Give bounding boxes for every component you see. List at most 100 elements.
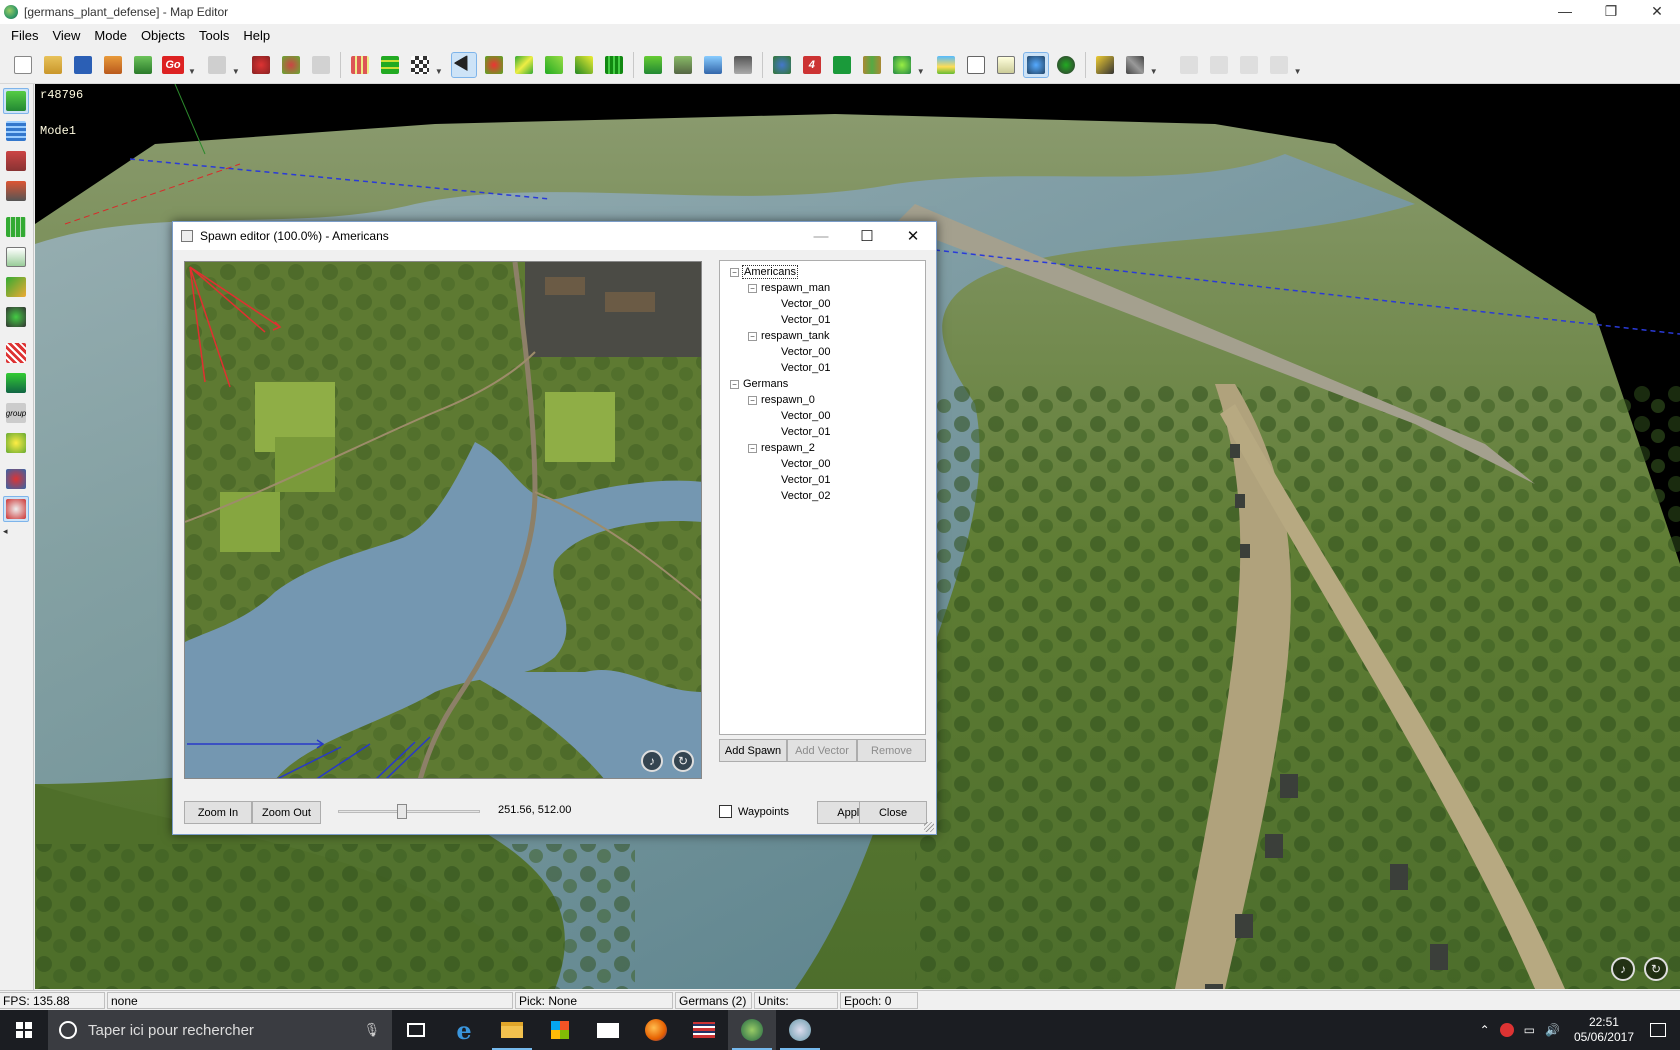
- spawn-editor-icon[interactable]: [1022, 51, 1049, 78]
- terrain-tool-icon[interactable]: [3, 88, 29, 114]
- minimap-refresh-icon[interactable]: ↻: [672, 750, 694, 772]
- script-icon[interactable]: [993, 52, 1019, 78]
- undo-icon[interactable]: [204, 52, 230, 78]
- building-icon[interactable]: [3, 148, 29, 174]
- notes-icon[interactable]: [963, 52, 989, 78]
- road-tool-icon[interactable]: [511, 52, 537, 78]
- tree-team-node[interactable]: − Americans: [724, 264, 925, 280]
- landscape-icon[interactable]: [933, 52, 959, 78]
- dropdown-arrow-icon[interactable]: ▼: [188, 67, 196, 76]
- tree-vector-node[interactable]: Vector_00: [724, 456, 925, 472]
- paint-app-icon[interactable]: [776, 1010, 824, 1050]
- store-icon[interactable]: [536, 1010, 584, 1050]
- units-icon[interactable]: [769, 52, 795, 78]
- texture-layer-icon[interactable]: [3, 274, 29, 300]
- grid-red-icon[interactable]: [347, 52, 373, 78]
- task-view-icon[interactable]: [392, 1010, 440, 1050]
- resize-grip[interactable]: [924, 822, 934, 832]
- dropdown-arrow-icon[interactable]: ▼: [435, 67, 443, 76]
- water-layer-icon[interactable]: [3, 118, 29, 144]
- tray-expand-icon[interactable]: ⌃: [1480, 1023, 1490, 1037]
- tree-vector-node[interactable]: Vector_00: [724, 296, 925, 312]
- tree-expand-toggle-icon[interactable]: −: [748, 443, 757, 453]
- menu-objects[interactable]: Objects: [134, 28, 192, 43]
- zoom-slider-track[interactable]: [338, 810, 480, 813]
- go-button[interactable]: Go: [160, 52, 186, 78]
- add-spawn-button[interactable]: Add Spawn: [719, 739, 787, 762]
- tree-spawn-node[interactable]: − respawn_man: [724, 280, 925, 296]
- object-icon[interactable]: [3, 178, 29, 204]
- tree-vector-node[interactable]: Vector_02: [724, 488, 925, 504]
- home-icon[interactable]: [100, 52, 126, 78]
- tree-team-node[interactable]: − Germans: [724, 376, 925, 392]
- tree-spawn-node[interactable]: − respawn_2: [724, 440, 925, 456]
- new-file-icon[interactable]: [10, 52, 36, 78]
- tree-vector-node[interactable]: Vector_01: [724, 424, 925, 440]
- grass-tool-icon[interactable]: [601, 52, 627, 78]
- menu-tools[interactable]: Tools: [192, 28, 236, 43]
- add-vector-button[interactable]: Add Vector: [787, 739, 857, 762]
- dropdown-arrow-icon[interactable]: ▼: [917, 67, 925, 76]
- brush-tool-icon[interactable]: [571, 52, 597, 78]
- clock[interactable]: 22:51 05/06/2017: [1574, 1015, 1634, 1045]
- soldiers-icon[interactable]: [859, 52, 885, 78]
- disabled-tool-icon[interactable]: [308, 52, 334, 78]
- dialog-close-button[interactable]: ✕: [890, 222, 936, 250]
- close-button[interactable]: ✕: [1634, 0, 1680, 22]
- save-icon[interactable]: [70, 52, 96, 78]
- select-pointer-icon[interactable]: [450, 51, 477, 78]
- tree-vector-node[interactable]: Vector_00: [724, 344, 925, 360]
- file-explorer-icon[interactable]: [488, 1010, 536, 1050]
- sun-icon[interactable]: [3, 430, 29, 456]
- waypoints-checkbox-box[interactable]: [719, 805, 732, 818]
- terrain-map-icon[interactable]: [130, 52, 156, 78]
- tree-vector-node[interactable]: Vector_01: [724, 472, 925, 488]
- green-tag-icon[interactable]: [829, 52, 855, 78]
- zoom-out-button[interactable]: Zoom Out: [252, 801, 321, 824]
- group-icon[interactable]: group: [3, 400, 29, 426]
- tree-vector-node[interactable]: Vector_01: [724, 360, 925, 376]
- minimap-microphone-icon[interactable]: ♪: [641, 750, 663, 772]
- app-flag-icon[interactable]: [680, 1010, 728, 1050]
- bug-icon[interactable]: [278, 52, 304, 78]
- disabled-icon-4[interactable]: [1266, 52, 1292, 78]
- disabled-icon-1[interactable]: [1176, 52, 1202, 78]
- camera-icon[interactable]: [3, 304, 29, 330]
- tools-icon[interactable]: [1122, 52, 1148, 78]
- ruler-icon[interactable]: [1092, 52, 1118, 78]
- start-button[interactable]: [0, 1010, 48, 1050]
- firefox-icon[interactable]: [632, 1010, 680, 1050]
- checker-icon[interactable]: [407, 52, 433, 78]
- volume-icon[interactable]: 🔊: [1545, 1023, 1560, 1037]
- grid-layer-icon[interactable]: [3, 214, 29, 240]
- spawn-minimap[interactable]: ♪ ↻: [184, 261, 702, 779]
- menu-view[interactable]: View: [45, 28, 87, 43]
- tree-expand-toggle-icon[interactable]: −: [730, 267, 739, 277]
- grid-green-icon[interactable]: [377, 52, 403, 78]
- edge-browser-icon[interactable]: e: [440, 1010, 488, 1050]
- person-icon[interactable]: [3, 496, 29, 522]
- green-marker-icon[interactable]: [3, 370, 29, 396]
- dialog-maximize-button[interactable]: ☐: [844, 222, 890, 250]
- antivirus-tray-icon[interactable]: [1499, 1023, 1514, 1037]
- dialog-close-action-button[interactable]: Close: [859, 801, 927, 824]
- water-tool-icon[interactable]: [700, 52, 726, 78]
- menu-files[interactable]: Files: [4, 28, 45, 43]
- menu-help[interactable]: Help: [236, 28, 277, 43]
- connector-icon[interactable]: [3, 466, 29, 492]
- dropdown-arrow-icon[interactable]: ▼: [1294, 67, 1302, 76]
- spawn-tree[interactable]: − Americans − respawn_man Vector_00 Vector_01…: [719, 260, 926, 735]
- tree-expand-toggle-icon[interactable]: −: [748, 395, 757, 405]
- refresh-icon[interactable]: ↻: [1644, 957, 1668, 981]
- paper-layer-icon[interactable]: [3, 244, 29, 270]
- tree-vector-node[interactable]: Vector_00: [724, 408, 925, 424]
- eraser-tool-icon[interactable]: [730, 52, 756, 78]
- waypoints-checkbox[interactable]: Waypoints: [719, 805, 789, 818]
- tree-tool-icon[interactable]: [889, 52, 915, 78]
- zoom-in-button[interactable]: Zoom In: [184, 801, 252, 824]
- disabled-icon-3[interactable]: [1236, 52, 1262, 78]
- tree-spawn-node[interactable]: − respawn_tank: [724, 328, 925, 344]
- tree-expand-toggle-icon[interactable]: −: [748, 331, 757, 341]
- heart-object-icon[interactable]: [481, 52, 507, 78]
- remove-button[interactable]: Remove: [857, 739, 926, 762]
